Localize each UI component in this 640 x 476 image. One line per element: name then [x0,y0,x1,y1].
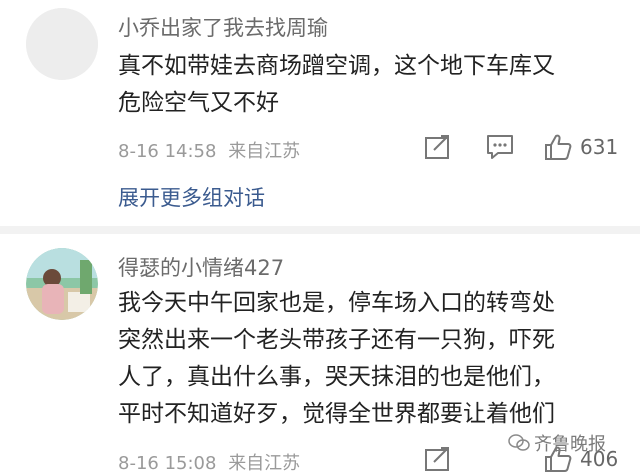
avatar[interactable] [26,8,98,80]
watermark: 齐鲁晚报 [508,430,606,456]
reply-button[interactable] [486,132,514,162]
share-icon [425,447,449,471]
like-count: 631 [580,135,619,159]
comment-meta: 8-16 14:58 来自江苏 [118,137,300,163]
comment-line: 人了，真出什么事，哭天抹泪的也是他们， [118,364,555,390]
username[interactable]: 小乔出家了我去找周瑜 [118,12,328,42]
comment-line: 我今天中午回家也是，停车场入口的转弯处 [118,290,555,316]
comment-icon [487,135,513,159]
thumbs-up-icon [545,134,572,160]
avatar[interactable] [26,248,98,320]
like-button[interactable]: 631 [544,132,618,162]
share-button[interactable] [424,444,452,474]
location: 来自江苏 [228,453,301,474]
timestamp: 8-16 14:58 [118,141,217,162]
divider [0,226,640,234]
watermark-text: 齐鲁晚报 [534,434,606,455]
default-avatar-icon [26,8,98,80]
location: 来自江苏 [228,141,301,162]
comment-line: 危险空气又不好 [118,90,279,116]
share-icon [425,135,449,159]
comment-line: 平时不知道好歹，觉得全世界都要让着他们 [118,401,555,427]
wechat-logo-icon [508,434,530,451]
timestamp: 8-16 15:08 [118,453,217,474]
comment-line: 突然出来一个老头带孩子还有一只狗，吓死 [118,327,555,353]
share-button[interactable] [424,132,452,162]
expand-conversation-link[interactable]: 展开更多组对话 [118,182,265,212]
comment-1: 小乔出家了我去找周瑜 真不如带娃去商场蹭空调，这个地下车库又 危险空气又不好 8… [0,0,640,222]
comment-line: 真不如带娃去商场蹭空调，这个地下车库又 [118,53,555,79]
user-photo-avatar [26,248,98,320]
comment-text: 我今天中午回家也是，停车场入口的转弯处 突然出来一个老头带孩子还有一只狗，吓死 … [118,285,628,433]
username[interactable]: 得瑟的小情绪427 [118,252,284,282]
comment-text: 真不如带娃去商场蹭空调，这个地下车库又 危险空气又不好 [118,48,628,122]
comment-meta: 8-16 15:08 来自江苏 [118,449,300,475]
